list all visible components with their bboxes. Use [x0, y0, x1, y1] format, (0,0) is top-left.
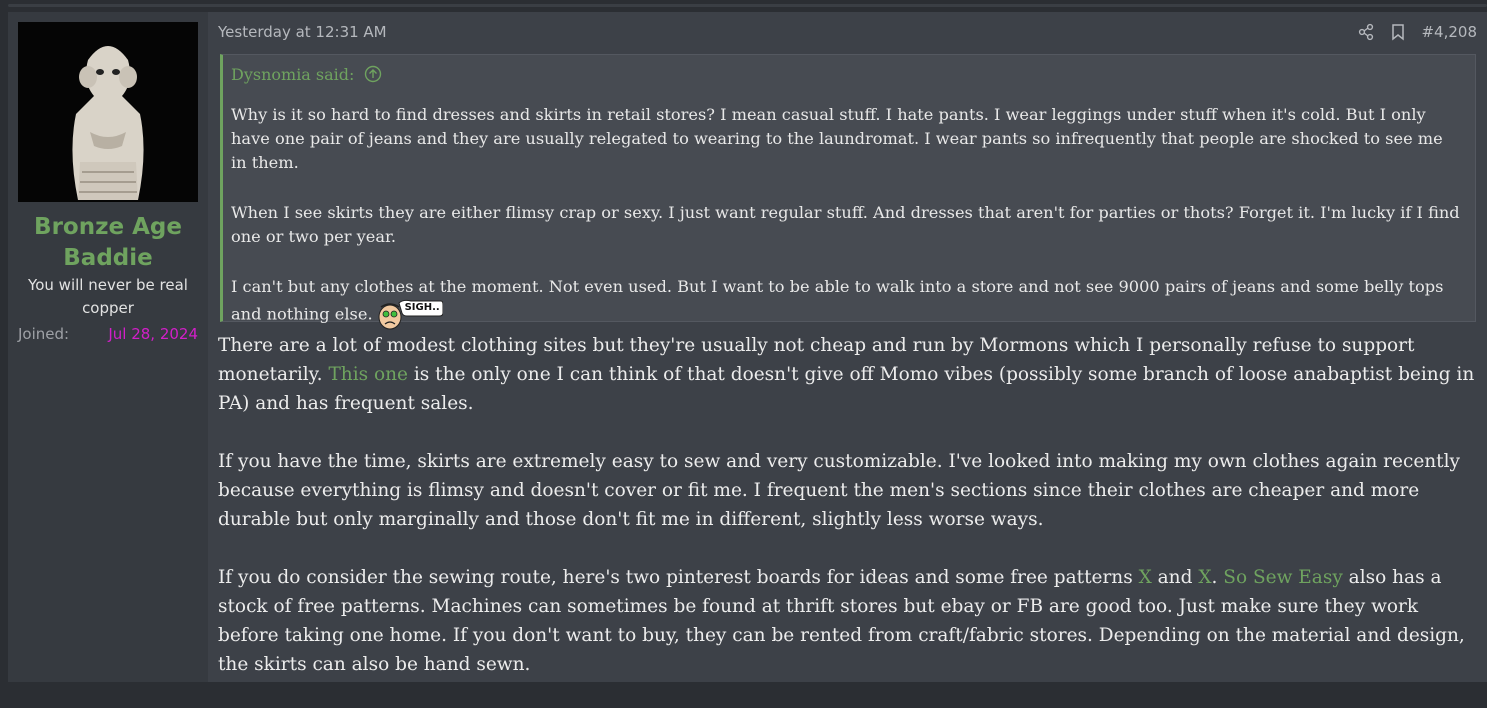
quote-paragraph: When I see skirts they are either flimsy…: [231, 203, 1460, 246]
post-text: .: [1211, 567, 1224, 588]
top-divider: [8, 4, 1487, 7]
arrow-up-circle-icon[interactable]: [364, 65, 382, 83]
avatar-image: [18, 22, 198, 202]
avatar[interactable]: [18, 22, 198, 202]
quote-paragraph: I can't but any clothes at the moment. N…: [231, 275, 1463, 331]
user-title: You will never be real copper: [28, 276, 188, 317]
quote-author[interactable]: Dysnomia said:: [231, 65, 382, 84]
this-one-link[interactable]: This one: [328, 364, 408, 385]
quote-paragraph: Why is it so hard to find dresses and sk…: [231, 105, 1443, 172]
post-text: and: [1151, 567, 1199, 588]
post-timestamp[interactable]: Yesterday at 12:31 AM: [218, 23, 387, 41]
post-actions: #4,208: [1357, 23, 1477, 41]
so-sew-easy-link[interactable]: So Sew Easy: [1223, 567, 1343, 588]
post-paragraph: If you have the time, skirts are extreme…: [218, 451, 1460, 530]
pinterest-link-1[interactable]: X: [1139, 567, 1152, 588]
joined-label: Joined:: [18, 325, 70, 343]
sigh-emoji: SIGH..: [377, 299, 443, 331]
bookmark-icon[interactable]: [1389, 23, 1407, 41]
username[interactable]: Bronze Age Baddie: [8, 212, 208, 274]
post-number[interactable]: #4,208: [1421, 23, 1477, 41]
share-icon[interactable]: [1357, 23, 1375, 41]
user-panel: Bronze Age Baddie You will never be real…: [8, 12, 208, 682]
quote-block: Dysnomia said: Why is it so hard to find…: [220, 54, 1476, 330]
post-paragraph: If you do consider the sewing route, her…: [218, 563, 1480, 679]
pinterest-link-2[interactable]: X: [1198, 567, 1211, 588]
post-content: Yesterday at 12:31 AM #4,208 Dysnomia sa…: [208, 12, 1487, 682]
post-body: There are a lot of modest clothing sites…: [218, 331, 1480, 708]
quote-author-text: Dysnomia said:: [231, 65, 355, 84]
top-bar: [0, 0, 1487, 12]
post-paragraph: There are a lot of modest clothing sites…: [218, 331, 1480, 418]
sigh-emoji-text: SIGH..: [404, 302, 440, 313]
post-text: If you do consider the sewing route, her…: [218, 567, 1139, 588]
joined-date: Jul 28, 2024: [108, 325, 198, 343]
forum-post: Bronze Age Baddie You will never be real…: [8, 12, 1487, 682]
quote-body: Why is it so hard to find dresses and sk…: [231, 103, 1463, 331]
